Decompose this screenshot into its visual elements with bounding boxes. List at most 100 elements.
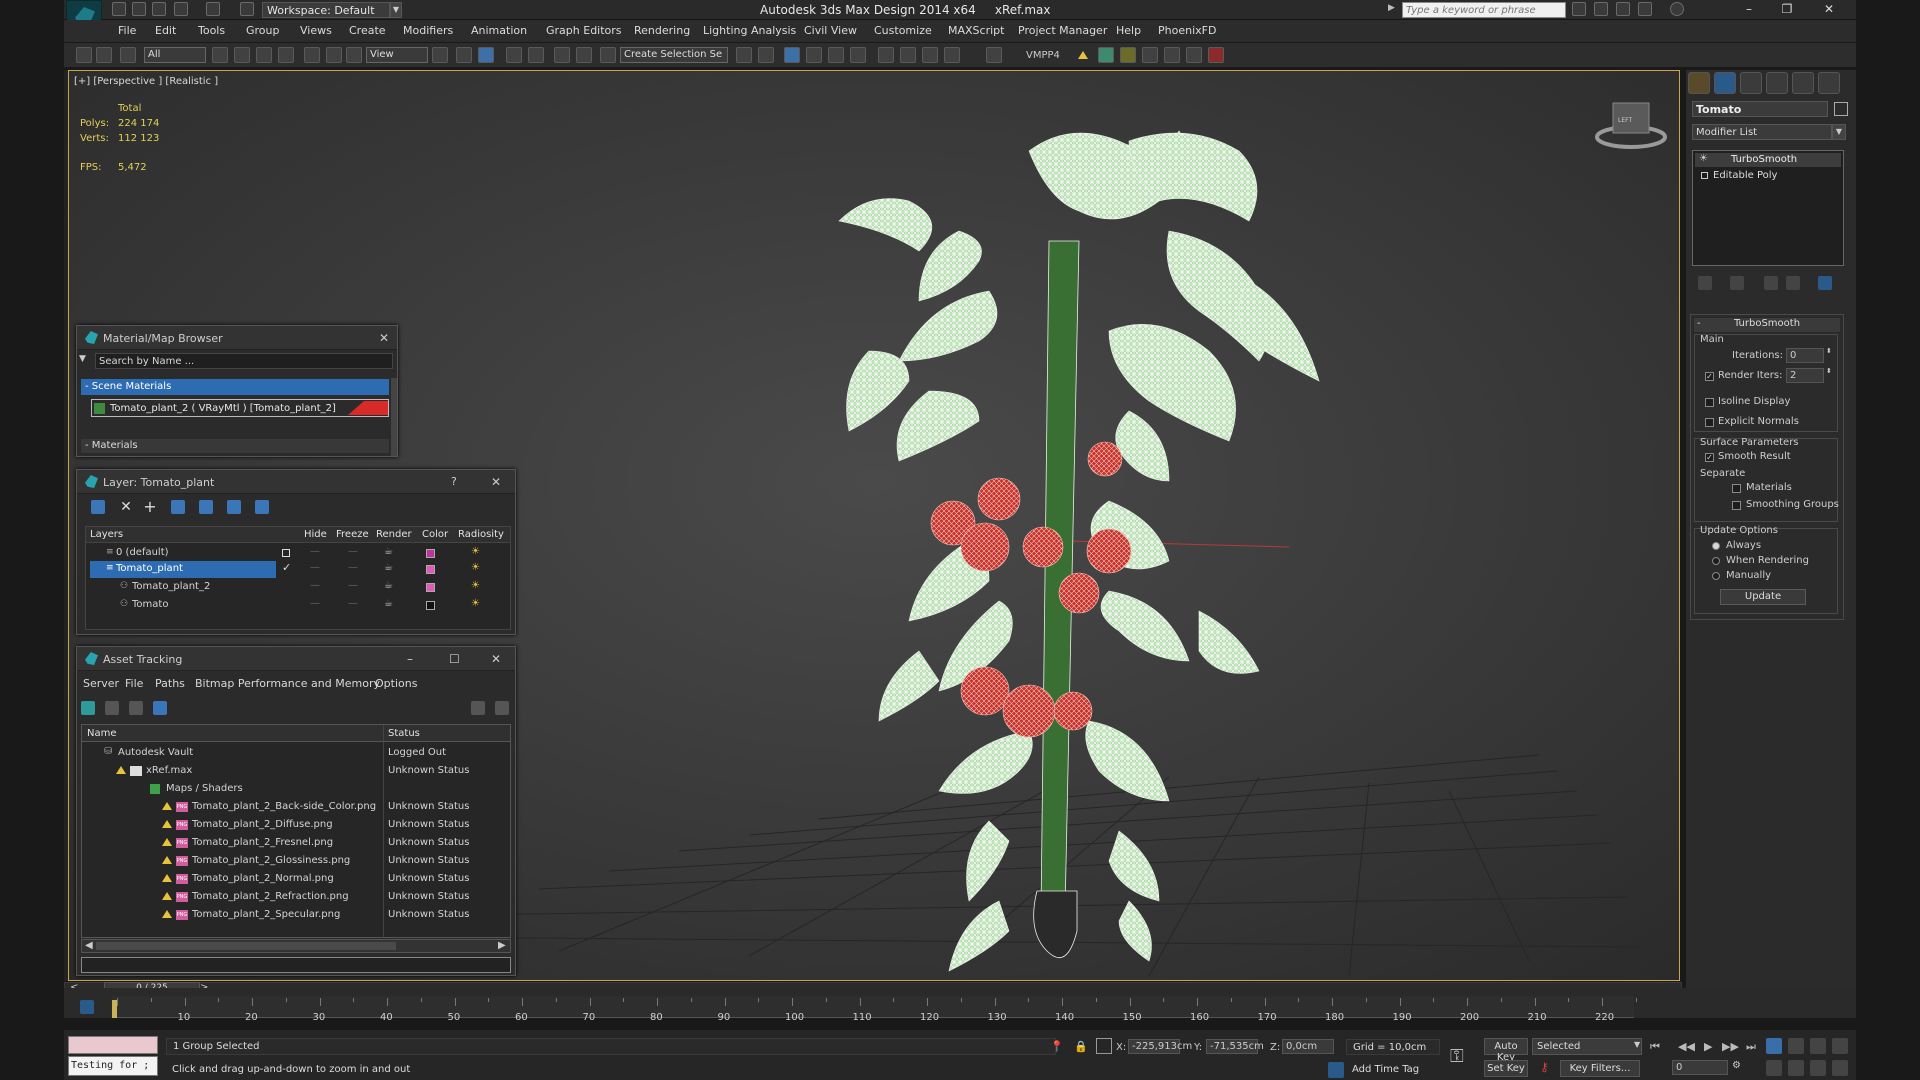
menu-animation[interactable]: Animation xyxy=(471,24,527,37)
menu-group[interactable]: Group xyxy=(246,24,280,37)
spinner-snap-icon[interactable] xyxy=(576,47,592,63)
absolute-relative-toggle-icon[interactable] xyxy=(1096,1038,1112,1054)
play-icon[interactable]: ▶ xyxy=(1704,1040,1712,1053)
mini-curve-editor-icon[interactable] xyxy=(80,1000,94,1014)
key-mode-dropdown[interactable]: Selected xyxy=(1532,1038,1642,1055)
lightbulb-icon[interactable]: ☀ xyxy=(1699,153,1708,164)
menu-file[interactable]: File xyxy=(125,677,143,690)
layer-object-row[interactable]: ⚇ Tomato_plant_2 — — ☕ ☀ xyxy=(86,579,510,596)
chevron-down-icon[interactable]: ▼ xyxy=(1634,1040,1640,1049)
hide-toggle[interactable]: — xyxy=(310,598,320,609)
add-time-tag-button[interactable]: Add Time Tag xyxy=(1352,1064,1419,1075)
asset-row-maps-folder[interactable]: Maps / Shaders xyxy=(82,781,510,798)
menu-views[interactable]: Views xyxy=(300,24,332,37)
pin-stack-icon[interactable] xyxy=(1698,276,1712,290)
save-icon[interactable] xyxy=(152,2,166,16)
menu-create[interactable]: Create xyxy=(349,24,386,37)
close-icon[interactable]: ✕ xyxy=(379,331,389,345)
render-setup-icon[interactable] xyxy=(922,47,938,63)
hide-toggle[interactable]: — xyxy=(310,580,320,591)
vray-light-lister-icon[interactable] xyxy=(1142,47,1158,63)
spinner-arrows-icon[interactable]: ⬍ xyxy=(1826,347,1832,355)
menu-file[interactable]: File xyxy=(118,24,136,37)
unlink-icon[interactable] xyxy=(96,47,112,63)
scroll-left-icon[interactable]: ◀ xyxy=(85,940,93,951)
add-to-layer-icon[interactable]: + xyxy=(143,499,157,515)
field-of-view-icon[interactable] xyxy=(1766,1060,1782,1076)
horizontal-scrollbar[interactable]: ◀ ▶ xyxy=(81,939,511,953)
modify-tab-icon[interactable] xyxy=(1714,72,1736,94)
schematic-view-icon[interactable] xyxy=(878,47,894,63)
radiosity-icon[interactable]: ☀ xyxy=(471,546,480,557)
maximize-button[interactable]: ☐ xyxy=(449,652,460,666)
menu-lighting-analysis[interactable]: Lighting Analysis xyxy=(703,24,796,37)
restore-button[interactable]: ❐ xyxy=(1776,2,1798,18)
utilities-tab-icon[interactable] xyxy=(1818,72,1840,94)
create-tab-icon[interactable] xyxy=(1688,72,1710,94)
spinner-arrows-icon[interactable]: ⬍ xyxy=(1826,367,1832,375)
pivot-center-icon[interactable] xyxy=(432,47,448,63)
hierarchy-tab-icon[interactable] xyxy=(1740,72,1762,94)
minimize-button[interactable]: – xyxy=(407,652,413,666)
vray-frame-buffer-icon[interactable] xyxy=(1098,47,1114,63)
refresh-icon[interactable] xyxy=(81,701,95,715)
material-browser-title-bar[interactable]: Material/Map Browser ✕ xyxy=(77,326,397,350)
separate-smoothing-groups-checkbox[interactable] xyxy=(1732,501,1741,510)
reference-coordinate-dropdown[interactable]: View xyxy=(366,47,428,63)
snaps-toggle-icon[interactable] xyxy=(506,47,522,63)
current-layer-check-icon[interactable]: ✓ xyxy=(282,561,291,574)
freeze-toggle[interactable]: — xyxy=(348,562,358,573)
menu-server[interactable]: Server xyxy=(83,677,119,690)
render-iters-checkbox[interactable]: ✓ xyxy=(1705,372,1714,381)
vray-mesh-export-icon[interactable] xyxy=(1164,47,1180,63)
selection-filter-dropdown[interactable]: All xyxy=(144,47,206,63)
update-manually-radio[interactable] xyxy=(1712,572,1720,580)
make-unique-icon[interactable] xyxy=(1764,276,1778,290)
freeze-toggle[interactable]: — xyxy=(348,598,358,609)
close-icon[interactable]: ✕ xyxy=(491,475,501,489)
menu-modifiers[interactable]: Modifiers xyxy=(403,24,453,37)
object-color-swatch[interactable] xyxy=(1834,102,1848,116)
expand-arrow-icon[interactable]: ▶ xyxy=(1388,3,1395,13)
column-layers[interactable]: Layers xyxy=(90,529,123,540)
asset-row-scene[interactable]: xRef.max Unknown Status xyxy=(82,763,510,780)
asset-row-file[interactable]: PNG Tomato_plant_2_Normal.png Unknown St… xyxy=(82,871,510,888)
configure-modifier-sets-icon[interactable] xyxy=(1818,276,1832,290)
separate-materials-checkbox[interactable] xyxy=(1732,484,1741,493)
graphite-ribbon-icon[interactable] xyxy=(828,47,844,63)
help-icon[interactable] xyxy=(471,701,485,715)
rollout-header[interactable]: - TurboSmooth xyxy=(1694,318,1840,332)
render-iters-spinner[interactable]: 2 xyxy=(1786,368,1824,383)
z-coord-field[interactable]: 0,0cm xyxy=(1282,1039,1334,1054)
select-objects-in-layer-icon[interactable] xyxy=(171,500,185,514)
vmpp-label[interactable]: VMPP4 xyxy=(1026,50,1060,61)
stack-item-turbosmooth[interactable]: ☀ TurboSmooth xyxy=(1695,153,1841,167)
close-button[interactable]: ✕ xyxy=(1818,2,1840,18)
search-input[interactable]: Type a keyword or phrase xyxy=(1402,2,1566,18)
menu-civil-view[interactable]: Civil View xyxy=(804,24,857,37)
display-tab-icon[interactable] xyxy=(1792,72,1814,94)
scene-materials-group[interactable]: - Scene Materials xyxy=(81,379,389,395)
menu-edit[interactable]: Edit xyxy=(155,24,176,37)
select-by-name-icon[interactable] xyxy=(234,47,250,63)
hide-all-layers-icon[interactable] xyxy=(227,500,241,514)
warning-icon[interactable] xyxy=(1078,51,1088,59)
time-tag-icon[interactable] xyxy=(1328,1062,1344,1078)
next-frame-icon[interactable]: ▶▶ xyxy=(1722,1040,1739,1053)
minimize-button[interactable]: – xyxy=(1738,2,1760,18)
motion-tab-icon[interactable] xyxy=(1766,72,1788,94)
menu-phoenixfd[interactable]: PhoenixFD xyxy=(1158,24,1216,37)
scale-icon[interactable] xyxy=(346,47,362,63)
iterations-spinner[interactable]: 0 xyxy=(1786,348,1824,363)
chevron-down-icon[interactable]: ▼ xyxy=(1832,124,1846,140)
selection-lock-icon[interactable]: 🔒 xyxy=(1074,1040,1088,1053)
auto-key-button[interactable]: Auto Key xyxy=(1484,1038,1528,1063)
hide-toggle[interactable]: — xyxy=(310,546,320,557)
project-folder-icon[interactable] xyxy=(240,2,254,16)
explicit-normals-checkbox[interactable] xyxy=(1705,418,1714,427)
go-to-start-icon[interactable]: ⏮ xyxy=(1650,1040,1660,1054)
scrollbar-thumb[interactable] xyxy=(96,942,396,950)
menu-tools[interactable]: Tools xyxy=(198,24,225,37)
pan-view-icon[interactable] xyxy=(1788,1060,1804,1076)
update-when-rendering-radio[interactable] xyxy=(1712,557,1720,565)
